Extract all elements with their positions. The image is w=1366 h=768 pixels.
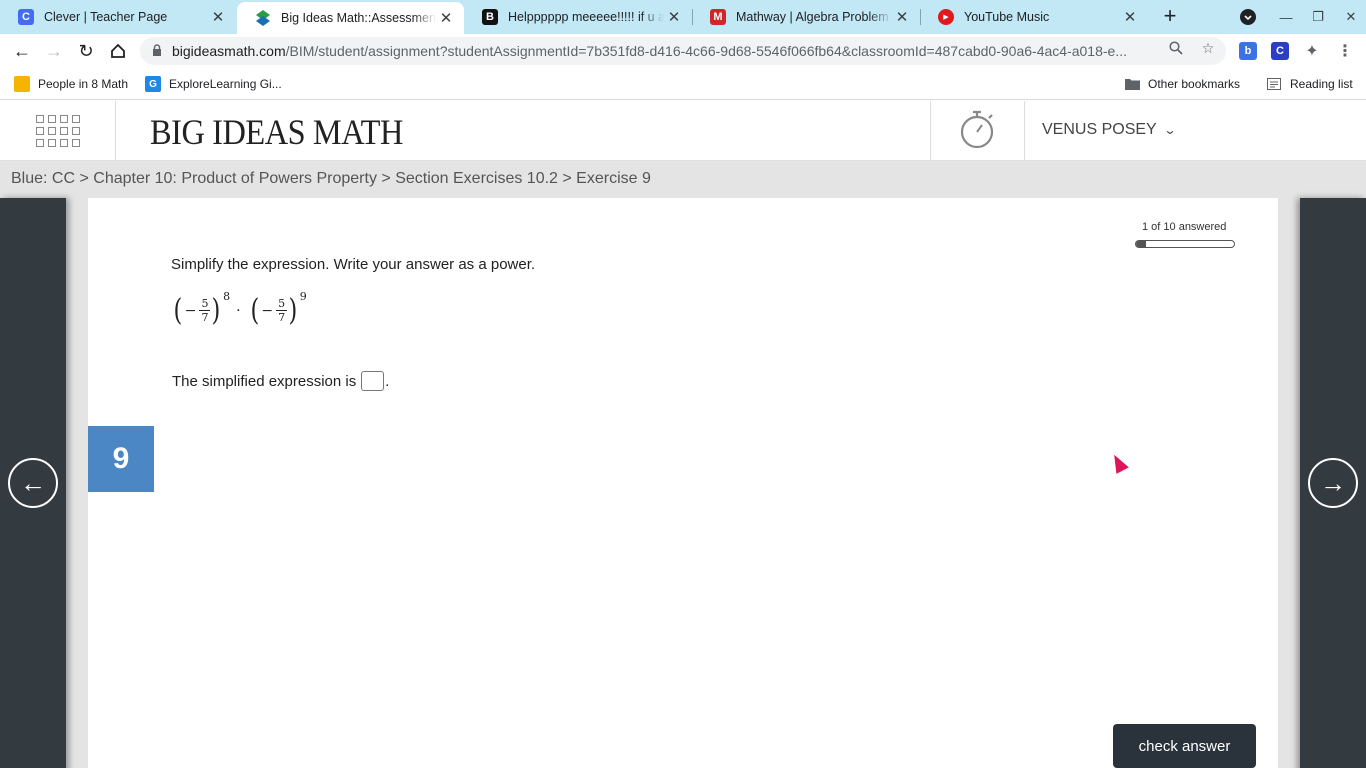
tab-search-icon[interactable] <box>1233 0 1263 34</box>
math-expression: ( − 5 7 ) 8 · ( − 5 7 ) 9 <box>172 290 307 331</box>
tab-brainly[interactable]: B Helpppppp meeeee!!!!! if u ans ✕ <box>464 0 692 34</box>
exercise-card: 1 of 10 answered Simplify the expression… <box>88 198 1278 768</box>
tab-strip: C Clever | Teacher Page ✕ Big Ideas Math… <box>0 0 1366 34</box>
url-host: bigideasmath.com <box>172 43 286 59</box>
tab-title: Big Ideas Math::Assessment <box>281 11 436 25</box>
check-answer-button[interactable]: check answer <box>1113 724 1256 768</box>
browser-toolbar: ← → ↻ bigideasmath.com/BIM/student/assig… <box>0 34 1366 68</box>
clever-icon: C <box>18 9 34 25</box>
question-number-badge: 9 <box>88 426 154 492</box>
progress-bar <box>1135 240 1235 248</box>
mathway-icon: M <box>710 9 726 25</box>
open-paren: ( <box>173 293 183 328</box>
question-prompt: Simplify the expression. Write your answ… <box>171 256 536 273</box>
other-bookmarks-label: Other bookmarks <box>1148 77 1241 91</box>
page-content: BIG IDEAS MATH VENUS POSEY ⌄ Blue: CC > … <box>0 101 1366 768</box>
numerator: 5 <box>199 297 211 311</box>
exponent: 9 <box>299 290 307 303</box>
chrome-menu-icon[interactable]: ⋮ <box>1336 42 1354 60</box>
fraction: 5 7 <box>276 297 288 324</box>
reading-list-label: Reading list <box>1290 77 1353 91</box>
bookmark-explorelearning[interactable]: G ExploreLearning Gi... <box>145 76 282 92</box>
restore-icon[interactable]: ❐ <box>1303 0 1333 34</box>
big-ideas-math-icon <box>255 10 271 26</box>
extensions-puzzle-icon[interactable]: ✦ <box>1303 42 1321 60</box>
brainly-icon: B <box>482 9 498 25</box>
reading-list-icon <box>1266 76 1282 92</box>
forward-arrow-icon[interactable]: → <box>42 39 66 63</box>
close-paren: ) <box>211 293 221 328</box>
tab-title: Clever | Teacher Page <box>44 10 168 24</box>
bookmark-label: ExploreLearning Gi... <box>169 77 282 91</box>
explorelearning-icon: G <box>145 76 161 92</box>
other-bookmarks[interactable]: Other bookmarks <box>1124 76 1240 92</box>
grid-menu-icon <box>35 115 80 147</box>
user-name: VENUS POSEY <box>1042 121 1157 138</box>
url-text: bigideasmath.com/BIM/student/assignment?… <box>172 43 1152 59</box>
apps-menu-button[interactable] <box>0 101 116 161</box>
progress-text: 1 of 10 answered <box>1142 221 1227 233</box>
lock-icon <box>152 43 162 59</box>
tab-title: Helpppppp meeeee!!!!! if u ans <box>508 10 664 24</box>
minus-sign: − <box>184 303 197 319</box>
reload-icon[interactable]: ↻ <box>74 39 98 63</box>
timer-button[interactable] <box>930 101 1025 161</box>
next-arrow-icon[interactable]: → <box>1308 458 1358 508</box>
bookmark-label: People in 8 Math <box>38 77 129 91</box>
numerator: 5 <box>276 297 288 311</box>
back-arrow-icon[interactable]: ← <box>10 39 34 63</box>
answer-line: The simplified expression is . <box>172 371 389 391</box>
close-paren: ) <box>288 293 298 328</box>
window-close-icon[interactable]: ✕ <box>1336 0 1366 34</box>
close-icon[interactable]: ✕ <box>892 7 912 27</box>
fraction: 5 7 <box>199 297 211 324</box>
chevron-down-icon: ⌄ <box>1163 123 1177 137</box>
bookmark-star-icon[interactable]: ☆ <box>1200 40 1216 56</box>
multiply-dot: · <box>236 303 241 319</box>
close-icon[interactable]: ✕ <box>436 8 456 28</box>
home-icon[interactable] <box>106 39 130 63</box>
url-path: /BIM/student/assignment?studentAssignmen… <box>285 43 1127 59</box>
left-nav-panel: ← <box>0 198 66 768</box>
folder-icon <box>1124 76 1140 92</box>
tab-mathway[interactable]: M Mathway | Algebra Problem Sol ✕ <box>692 0 920 34</box>
open-paren: ( <box>250 293 259 328</box>
denominator: 7 <box>278 311 286 324</box>
answer-prefix: The simplified expression is <box>172 372 357 390</box>
tab-title: Mathway | Algebra Problem Sol <box>736 10 892 24</box>
close-icon[interactable]: ✕ <box>208 7 228 27</box>
tab-title: YouTube Music <box>964 10 1050 24</box>
minimize-icon[interactable]: — <box>1271 0 1301 34</box>
google-classroom-icon <box>14 76 30 92</box>
site-header: BIG IDEAS MATH VENUS POSEY ⌄ <box>0 101 1366 161</box>
previous-arrow-icon[interactable]: ← <box>8 458 58 508</box>
zoom-icon[interactable] <box>1168 40 1184 56</box>
close-icon[interactable]: ✕ <box>664 7 684 27</box>
tab-clever[interactable]: C Clever | Teacher Page ✕ <box>0 0 236 34</box>
tab-big-ideas-math[interactable]: Big Ideas Math::Assessment ✕ <box>237 2 464 34</box>
progress-fill <box>1136 241 1146 247</box>
answer-input[interactable] <box>361 371 385 391</box>
reading-list[interactable]: Reading list <box>1266 76 1353 92</box>
exponent: 8 <box>223 290 231 303</box>
big-ideas-math-logo: BIG IDEAS MATH <box>150 112 403 152</box>
youtube-music-icon: ▶ <box>938 9 954 25</box>
extension-clever-icon[interactable]: C <box>1271 42 1289 60</box>
close-icon[interactable]: ✕ <box>1120 7 1140 27</box>
minus-sign: − <box>261 303 274 319</box>
bookmark-people-in-8-math[interactable]: People in 8 Math <box>14 76 128 92</box>
breadcrumb[interactable]: Blue: CC > Chapter 10: Product of Powers… <box>11 170 651 188</box>
denominator: 7 <box>201 311 209 324</box>
tab-youtube-music[interactable]: ▶ YouTube Music ✕ <box>920 0 1148 34</box>
answer-suffix: . <box>385 372 390 390</box>
user-menu[interactable]: VENUS POSEY ⌄ <box>1042 121 1177 139</box>
extension-b-icon[interactable]: b <box>1239 42 1257 60</box>
stopwatch-icon <box>960 109 996 154</box>
address-bar[interactable]: bigideasmath.com/BIM/student/assignment?… <box>140 37 1226 65</box>
right-nav-panel: → <box>1300 198 1366 768</box>
new-tab-plus-icon[interactable]: + <box>1158 3 1182 28</box>
bookmarks-bar: People in 8 Math G ExploreLearning Gi...… <box>0 68 1366 100</box>
